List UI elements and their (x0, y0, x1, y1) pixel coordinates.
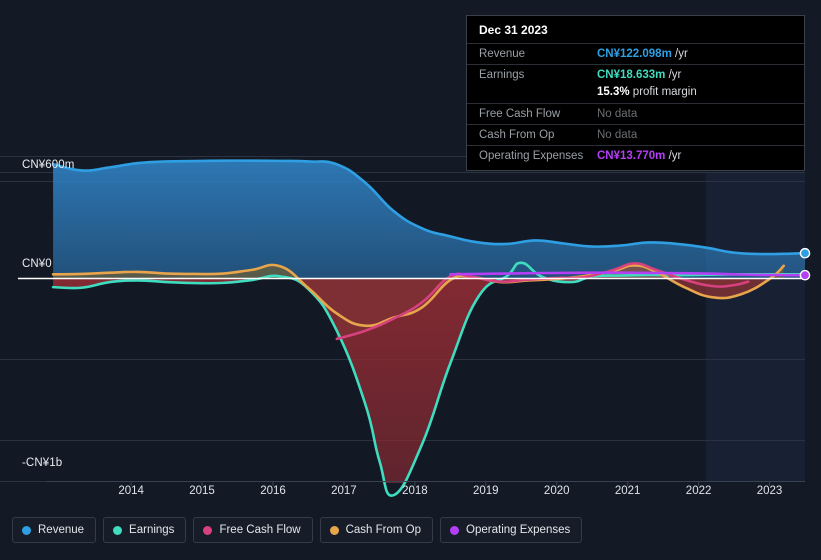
x-axis-tick-2015: 2015 (189, 485, 215, 497)
legend-item-revenue[interactable]: Revenue (12, 517, 97, 543)
legend-label: Cash From Op (345, 524, 422, 536)
y-axis-label-bottom: -CN¥1b (22, 457, 63, 469)
tooltip-row: Earnings CN¥18.633m /yr (467, 64, 804, 85)
x-axis-tick-2014: 2014 (118, 485, 144, 497)
tooltip-row: Operating Expenses CN¥13.770m /yr (467, 145, 804, 166)
legend-color-dot (329, 525, 339, 535)
tooltip-row-value: CN¥13.770m /yr (597, 150, 682, 162)
x-axis-tick-2016: 2016 (260, 485, 286, 497)
x-axis-tick-2021: 2021 (614, 485, 641, 497)
tooltip-date: Dec 31 2023 (479, 23, 548, 37)
legend-label: Revenue (38, 524, 85, 536)
tooltip-rows: Revenue CN¥122.098m /yr Earnings CN¥18.633m… (467, 43, 804, 166)
legend-label: Free Cash Flow (219, 524, 301, 536)
tooltip-row-label: Operating Expenses (479, 150, 584, 162)
x-axis-tick-2020: 2020 (543, 485, 570, 497)
legend-item-earnings[interactable]: Earnings (103, 517, 187, 543)
tooltip-row-value: No data (597, 129, 638, 141)
x-axis-tick-2017: 2017 (331, 485, 357, 497)
legend-label: Earnings (129, 524, 175, 536)
legend-item-operating-expenses[interactable]: Operating Expenses (440, 517, 583, 543)
tooltip-row-label: Earnings (479, 69, 525, 81)
tooltip-row-value: No data (597, 108, 638, 120)
y-axis-label-zero: CN¥0 (22, 258, 52, 270)
tooltip-row-label: Free Cash Flow (479, 108, 561, 120)
tooltip-row: 15.3% profit margin (467, 85, 804, 103)
tooltip-row-value: 15.3% profit margin (597, 86, 697, 98)
tooltip-row-value: CN¥18.633m /yr (597, 69, 682, 81)
y-axis-label-top: CN¥600m (22, 159, 75, 171)
legend-color-dot (203, 525, 213, 535)
x-axis-tick-2018: 2018 (402, 485, 428, 497)
financial-chart-page: CN¥600m CN¥0 -CN¥1b 2014 2015 2016 2017 2018… (0, 0, 821, 560)
data-tooltip: Dec 31 2023 Revenue CN¥122.098m /yr Earnin… (466, 15, 805, 171)
legend-label: Operating Expenses (466, 524, 571, 536)
legend-color-dot (113, 525, 123, 535)
tooltip-row-label: Cash From Op (479, 129, 555, 141)
chart-legend: Revenue Earnings Free Cash Flow Cash From O… (12, 517, 583, 543)
tooltip-row-value: CN¥122.098m /yr (597, 48, 688, 60)
x-axis-tick-2022: 2022 (685, 485, 712, 497)
x-axis-tick-2023: 2023 (756, 485, 783, 497)
x-axis-tick-2019: 2019 (472, 485, 499, 497)
tooltip-row: Revenue CN¥122.098m /yr (467, 43, 804, 64)
tooltip-row: Cash From Op No data (467, 124, 804, 145)
tooltip-row: Free Cash Flow No data (467, 103, 804, 124)
legend-color-dot (22, 525, 31, 535)
tooltip-row-label: Revenue (479, 48, 526, 60)
legend-item-free-cash-flow[interactable]: Free Cash Flow (193, 517, 313, 543)
legend-item-cash-from-op[interactable]: Cash From Op (319, 517, 434, 543)
legend-color-dot (450, 525, 460, 535)
